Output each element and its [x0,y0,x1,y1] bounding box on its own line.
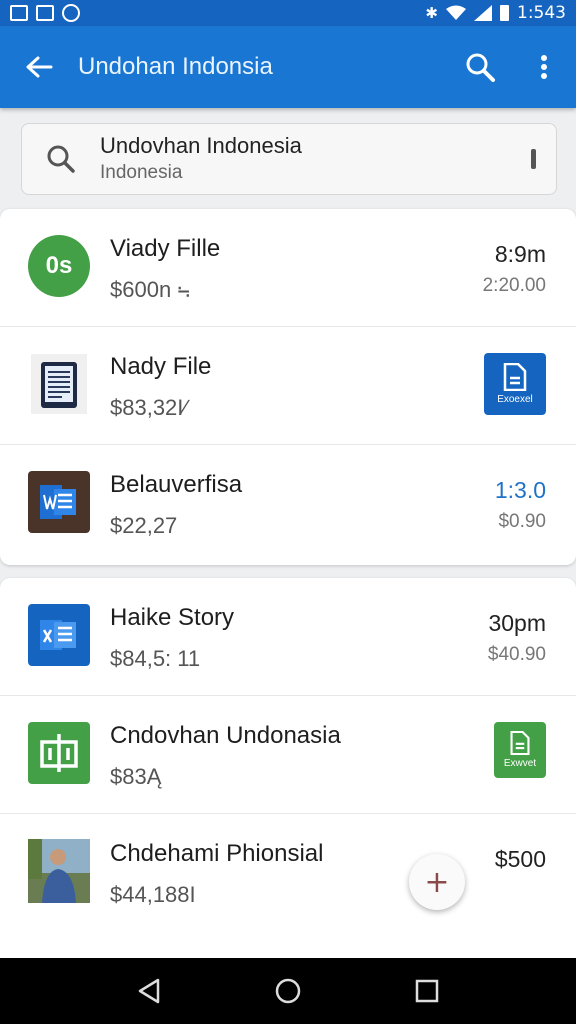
item-title: Cndovhan Undonasia [110,722,341,749]
search-icon [47,145,75,173]
item-price: $600n ⨫ [110,277,191,302]
list-item[interactable]: Chdehami Phionsial $44,188I $500 [0,814,576,932]
app-title: Undohan Indonsia [78,53,273,80]
item-price: $84,5: 11 [110,646,201,671]
results-card-2: Haike Story $84,5: 11 30pm $40.90 Cndovh… [0,578,576,958]
badge-label: Exoexel [497,394,533,405]
photo-icon [36,5,54,21]
item-amount: $500 [494,846,546,872]
word-doc-icon [28,471,90,533]
item-amount: 2:20.00 [482,275,546,296]
battery-icon [500,5,509,21]
item-title: Belauverfisa [110,471,243,498]
document-icon [510,731,530,755]
item-title: Haike Story [110,604,235,631]
nav-back-button[interactable] [124,966,174,1016]
document-icon [503,363,527,391]
status-time: 1:543 [517,3,566,23]
search-icon [466,53,495,82]
file-badge-button[interactable]: Exwvet [494,722,546,778]
item-amount: $40.90 [487,644,546,665]
item-time: 8:9m [494,241,546,267]
item-price: $44,188I [110,882,196,907]
search-subtitle: Indonesia [100,162,183,183]
list-item[interactable]: 0s Viady Fille $600n ⨫ 8:9m 2:20.00 [0,209,576,327]
list-item[interactable]: Cndovhan Undonasia $83Ą Exwvet [0,696,576,814]
system-nav-bar [0,958,576,1024]
green-app-icon [28,722,90,784]
signal-icon [474,5,492,21]
wifi-icon [446,5,466,20]
overflow-menu-button[interactable] [512,26,576,108]
arrow-back-icon [26,56,53,78]
document-tablet-icon [28,353,90,415]
search-field[interactable]: Undovhan Indonesia Indonesia [21,123,557,195]
list-item[interactable]: Nady File $83,32I∕ Exoexel [0,327,576,445]
square-recents-icon [415,979,438,1003]
item-price: $83Ą [110,764,162,789]
item-price: $83,32I∕ [110,395,188,420]
app-icon [62,4,80,22]
app-bar: Undohan Indonsia [0,26,576,108]
triangle-back-icon [139,978,160,1004]
green-circle-icon: 0s [28,235,90,297]
item-title: Viady Fille [110,235,221,262]
item-price: $22,27 [110,513,178,538]
search-button[interactable] [448,26,512,108]
back-button[interactable] [0,26,78,108]
results-card-1: 0s Viady Fille $600n ⨫ 8:9m 2:20.00 Nady… [0,209,576,565]
word-doc-icon [28,604,90,666]
item-time: 1:3.0 [494,477,546,503]
user-photo [28,839,90,903]
badge-label: Exwvet [503,758,537,769]
plus-icon: + [424,864,450,900]
list-item[interactable]: Haike Story $84,5: 11 30pm $40.90 [0,578,576,696]
item-amount: $0.90 [498,511,546,532]
item-title: Chdehami Phionsial [110,840,324,867]
item-title: Nady File [110,353,212,380]
thumb-label: 0s [28,235,90,297]
more-vert-icon [541,55,547,79]
scroll-handle[interactable] [531,149,536,169]
nav-home-button[interactable] [263,966,313,1016]
list-item[interactable]: Belauverfisa $22,27 1:3.0 $0.90 [0,445,576,563]
add-button[interactable]: + [409,854,465,910]
gallery-icon [10,5,28,21]
file-badge-button[interactable]: Exoexel [484,353,546,415]
status-bar: ✱ 1:543 [0,0,576,26]
item-time: 30pm [488,610,546,636]
bluetooth-icon: ✱ [425,5,438,22]
nav-recents-button[interactable] [402,966,452,1016]
search-query: Undovhan Indonesia [100,133,302,158]
circle-home-icon [275,978,301,1004]
